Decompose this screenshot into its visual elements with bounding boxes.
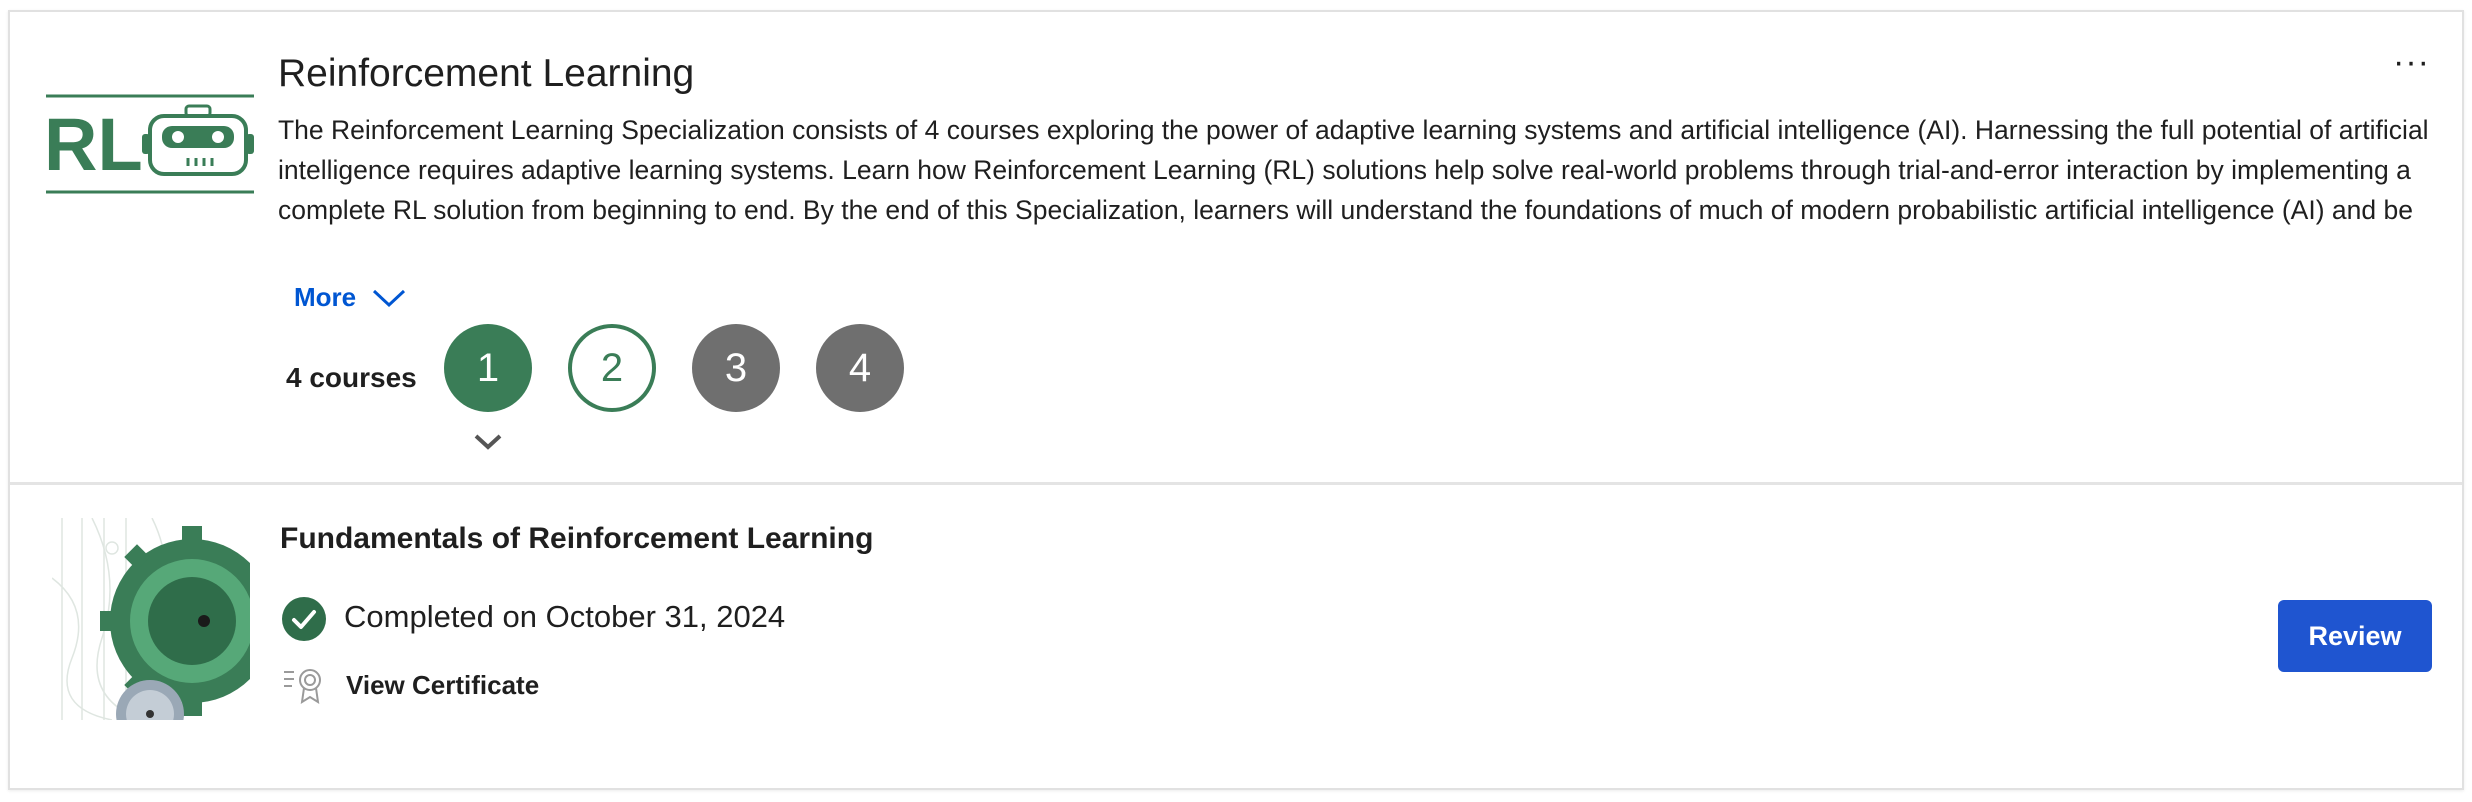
selected-step-chevron-icon <box>474 434 502 450</box>
logo-text: RL <box>46 103 143 186</box>
view-certificate-link[interactable]: View Certificate <box>346 670 539 701</box>
course-title[interactable]: Fundamentals of Reinforcement Learning <box>280 522 873 556</box>
certificate-icon <box>284 669 321 704</box>
specialization-description: The Reinforcement Learning Specializatio… <box>278 115 2429 225</box>
completion-status: Completed on October 31, 2024 <box>344 599 786 634</box>
course-thumbnail <box>52 518 250 720</box>
check-circle-icon <box>282 597 326 641</box>
chevron-down-icon <box>373 289 406 307</box>
course-step-2[interactable]: 2 <box>568 324 656 412</box>
more-label: More <box>294 282 357 312</box>
course-step-3[interactable]: 3 <box>692 324 780 412</box>
section-divider <box>10 482 2462 485</box>
specialization-title: Reinforcement Learning <box>278 52 695 95</box>
specialization-card: RL Reinforcement Learning ··· The Reinfo… <box>8 10 2464 790</box>
course-step-4[interactable]: 4 <box>816 324 904 412</box>
more-toggle-button[interactable]: More <box>294 282 406 313</box>
rl-logo: RL <box>46 94 254 194</box>
more-options-icon[interactable]: ··· <box>2393 45 2430 79</box>
review-button[interactable]: Review <box>2278 600 2432 672</box>
course-step-1[interactable]: 1 <box>444 324 532 412</box>
courses-count: 4 courses <box>286 362 417 393</box>
